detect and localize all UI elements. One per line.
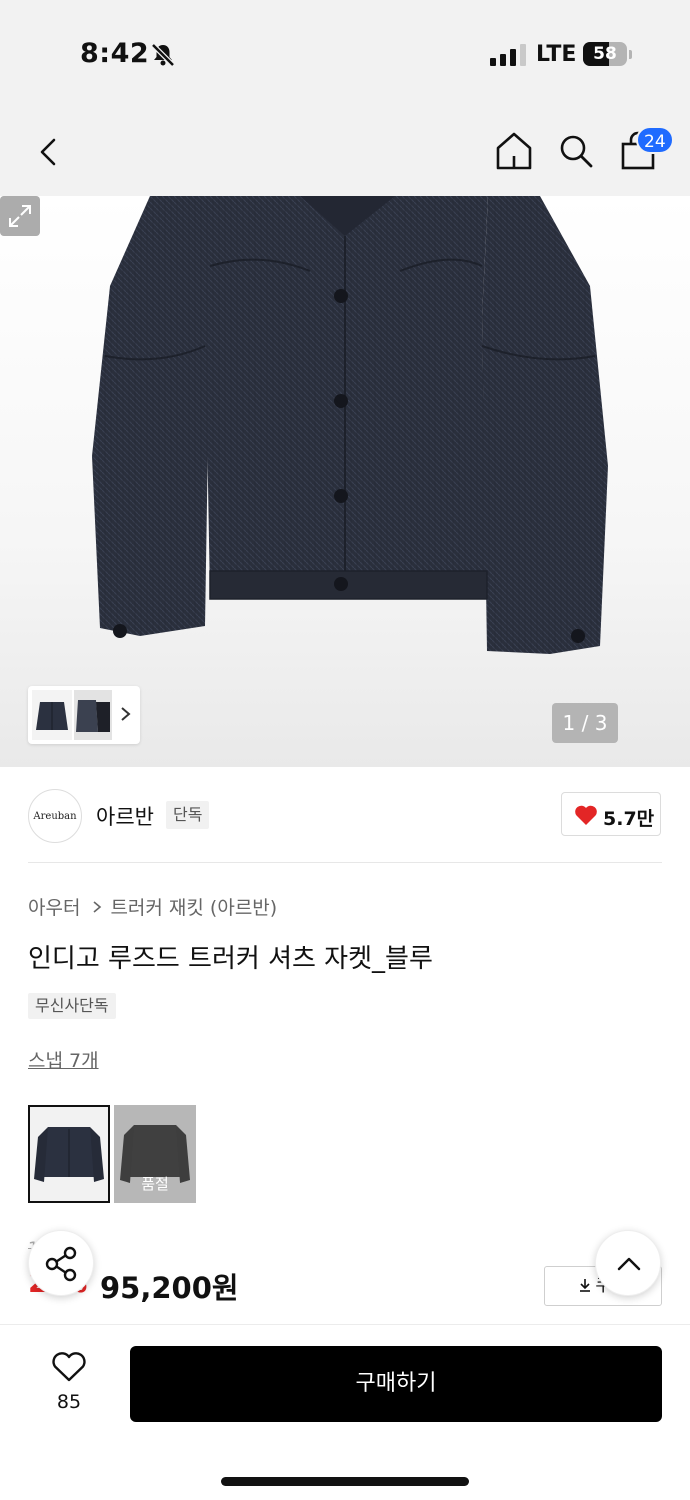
chevron-right-icon [93,900,102,913]
status-bar: 8:42 LTE 58 [0,0,690,110]
wishlist-button[interactable]: 85 [44,1351,94,1413]
product-image [92,196,608,654]
download-icon [580,1279,591,1292]
gallery-thumbnail[interactable] [32,690,72,740]
bottom-action-bar: 85 구매하기 [0,1324,690,1500]
signal-icon [490,44,526,66]
cart-count-badge: 24 [636,126,674,154]
battery-percent: 58 [593,44,617,64]
breadcrumb-category[interactable]: 아우터 [28,893,80,920]
exclusive-badge: 단독 [166,801,210,829]
share-button[interactable] [28,1230,94,1296]
expand-icon[interactable] [0,196,40,236]
color-option-blue[interactable] [28,1105,110,1203]
heart-filled-icon [575,805,597,825]
divider [28,862,662,863]
brand-like-count: 5.7만 [603,808,655,830]
chevron-left-icon[interactable] [34,132,64,172]
color-option-black[interactable]: 품절 [114,1105,196,1203]
sold-out-label: 품절 [141,1175,169,1193]
bell-muted-icon [151,43,175,67]
battery-icon: 58 [583,42,627,66]
heart-outline-icon [52,1352,86,1382]
battery-tip [629,50,632,59]
wishlist-count: 85 [56,1391,82,1413]
buy-button[interactable]: 구매하기 [130,1346,662,1422]
product-title: 인디고 루즈드 트러커 셔츠 자켓_블루 [28,944,433,974]
gallery-thumbnail-strip[interactable] [28,686,140,744]
top-nav: 24 [0,110,690,196]
chevron-right-icon[interactable] [118,700,134,728]
color-options: 품절 [28,1105,196,1203]
gallery-pager: 1 / 3 [552,703,618,743]
final-price: 95,200원 [100,1271,239,1305]
brand-logo[interactable]: Areuban [28,789,82,843]
product-image-gallery[interactable]: 1 / 3 [0,196,690,767]
breadcrumb-subcategory[interactable]: 트러커 재킷 (아르반) [110,893,277,920]
snap-link[interactable]: 스냅 7개 [28,1046,99,1073]
brand-like-button[interactable]: 5.7만 [561,792,661,836]
home-indicator [221,1477,469,1486]
brand-row[interactable]: Areuban 아르반 단독 5.7만 [0,767,690,863]
store-exclusive-tag: 무신사단독 [28,993,116,1019]
network-label: LTE [536,42,577,67]
chevron-up-icon [617,1257,641,1271]
share-icon [45,1246,77,1282]
home-icon[interactable] [494,130,534,172]
search-icon[interactable] [556,130,596,172]
color-thumbnail [34,1127,104,1182]
brand-name[interactable]: 아르반 [96,801,154,831]
gallery-thumbnail[interactable] [74,690,112,740]
status-time: 8:42 [80,38,150,69]
scroll-to-top-button[interactable] [595,1230,661,1296]
breadcrumb: 아우터 트러커 재킷 (아르반) [28,893,277,920]
